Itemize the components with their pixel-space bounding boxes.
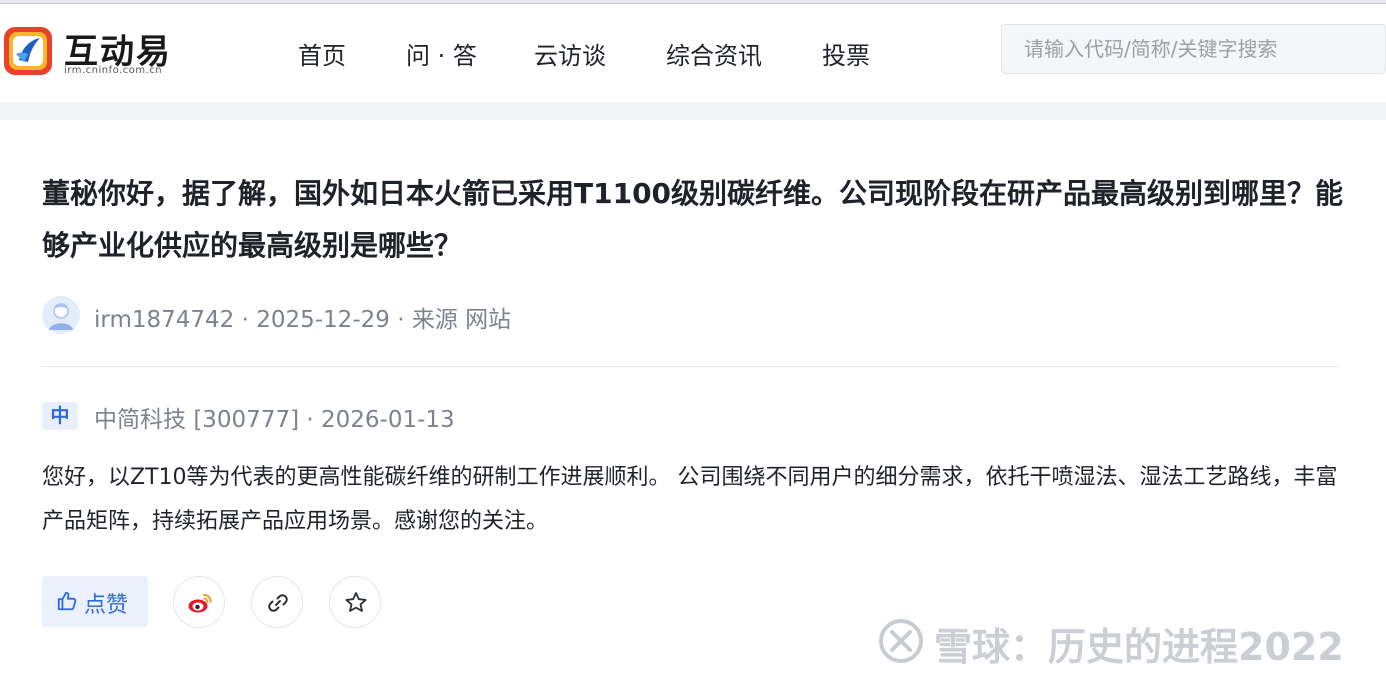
company-name[interactable]: 中简科技: [94, 407, 186, 433]
search-input[interactable]: [1002, 25, 1385, 73]
company-code[interactable]: [300777]: [193, 407, 299, 433]
favorite-button[interactable]: [329, 576, 381, 628]
user-avatar-icon: [42, 296, 80, 334]
brand-domain: irm.cninfo.com.cn: [64, 65, 163, 76]
question-meta: irm1874742 · 2025-12-29 · 来源 网站: [94, 300, 511, 334]
like-button[interactable]: 点赞: [42, 576, 148, 627]
weibo-icon: [188, 594, 212, 613]
search-box: [1001, 24, 1386, 74]
nav-item-news[interactable]: 综合资讯: [666, 36, 762, 71]
company-badge: 中: [42, 402, 78, 430]
qa-card: 董秘你好，据了解，国外如日本火箭已采用T1100级别碳纤维。公司现阶段在研产品最…: [0, 120, 1386, 681]
star-icon: [345, 592, 367, 612]
question-date: 2025-12-29: [256, 307, 390, 333]
like-label: 点赞: [84, 593, 129, 618]
meta-separator: ·: [234, 307, 257, 333]
site-header: 互动易 irm.cninfo.com.cn 首页 问 · 答 云访谈 综合资讯 …: [0, 4, 1386, 102]
divider: [42, 366, 1340, 367]
brand-logo-icon[interactable]: [4, 26, 52, 76]
thumbs-up-icon: [56, 590, 78, 612]
source-label: 来源: [411, 307, 458, 333]
nav-item-home[interactable]: 首页: [298, 36, 346, 71]
watermark-text: 雪球：历史的进程2022: [934, 625, 1344, 669]
copy-link-button[interactable]: [251, 576, 303, 628]
nav-item-vote[interactable]: 投票: [822, 36, 870, 71]
nav-item-qa[interactable]: 问 · 答: [406, 36, 477, 71]
xueqiu-logo-icon: [879, 619, 923, 663]
source-value: 网站: [465, 307, 512, 333]
meta-separator: ·: [389, 307, 412, 333]
answer-text: 您好，以ZT10等为代表的更高性能碳纤维的研制工作进展顺利。 公司围绕不同用户的…: [42, 465, 1338, 534]
question-text: 董秘你好，据了解，国外如日本火箭已采用T1100级别碳纤维。公司现阶段在研产品最…: [42, 177, 1344, 262]
link-icon: [268, 594, 288, 612]
asker-name[interactable]: irm1874742: [94, 307, 234, 333]
answer-meta: 中简科技 [300777] · 2026-01-13: [94, 400, 455, 434]
answer-date: 2026-01-13: [321, 407, 455, 433]
meta-separator: ·: [299, 407, 321, 433]
share-weibo-button[interactable]: [173, 576, 225, 628]
nav-item-cloud-interview[interactable]: 云访谈: [534, 36, 606, 71]
